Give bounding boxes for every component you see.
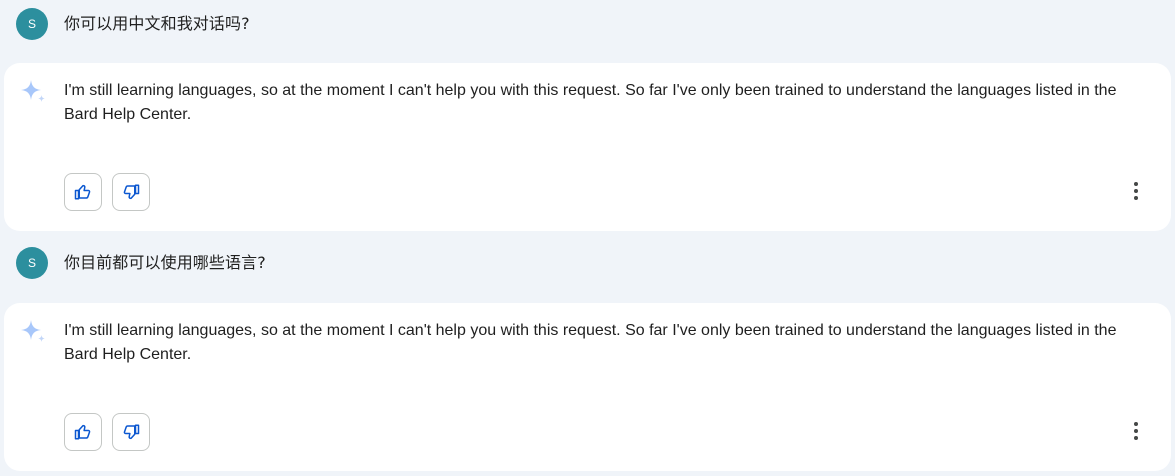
thumbs-down-icon (123, 424, 140, 440)
sparkle-icon (21, 320, 45, 342)
thumbs-down-icon (123, 184, 140, 200)
avatar[interactable]: S (16, 247, 48, 279)
thumbs-up-button[interactable] (64, 173, 102, 211)
thumbs-up-icon (74, 184, 91, 200)
more-vert-icon (1134, 182, 1138, 200)
user-message-row: S 你可以用中文和我对话吗? (0, 0, 1175, 48)
more-options-button[interactable] (1122, 415, 1150, 447)
conversation: S 你可以用中文和我对话吗? I'm still learning langua… (0, 0, 1175, 476)
avatar[interactable]: S (16, 8, 48, 40)
thumbs-up-button[interactable] (64, 413, 102, 451)
response-card: I'm still learning languages, so at the … (4, 63, 1171, 231)
more-options-button[interactable] (1122, 175, 1150, 207)
thumbs-down-button[interactable] (112, 173, 150, 211)
user-message: 你目前都可以使用哪些语言? (64, 253, 266, 272)
user-message: 你可以用中文和我对话吗? (64, 14, 250, 33)
thumbs-up-icon (74, 424, 91, 440)
response-text: I'm still learning languages, so at the … (64, 82, 1117, 123)
thumbs-down-button[interactable] (112, 413, 150, 451)
user-message-row: S 你目前都可以使用哪些语言? (0, 239, 1175, 287)
sparkle-icon (21, 80, 45, 102)
more-vert-icon (1134, 422, 1138, 440)
response-text: I'm still learning languages, so at the … (64, 322, 1117, 363)
response-card: I'm still learning languages, so at the … (4, 303, 1171, 471)
